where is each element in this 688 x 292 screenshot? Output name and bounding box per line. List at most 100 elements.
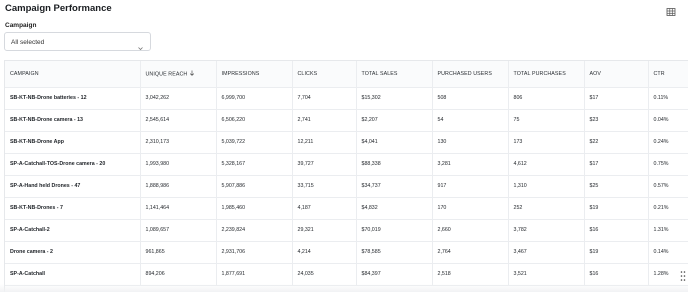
- cell-impressions: 2,239,824: [216, 219, 293, 242]
- campaign-table: CAMPAIGN UNIQUE REACH IMPRESSIONS CLICKS…: [5, 61, 688, 286]
- cell-unique-reach: 1,089,657: [140, 219, 217, 242]
- table-layout-icon[interactable]: [666, 4, 676, 16]
- col-header-total-purchases[interactable]: TOTAL PURCHASES: [508, 61, 585, 88]
- chevron-down-icon: [137, 39, 144, 51]
- cell-purchased-users: 2,660: [432, 219, 509, 242]
- cell-total-sales: $88,338: [356, 153, 433, 176]
- col-header-impressions[interactable]: IMPRESSIONS: [216, 61, 293, 88]
- cell-clicks: 39,727: [292, 153, 357, 176]
- col-header-ctr[interactable]: CTR: [648, 61, 688, 88]
- col-header-campaign[interactable]: CAMPAIGN: [5, 61, 141, 88]
- bottom-fade: [0, 284, 688, 292]
- sort-descending-icon[interactable]: [189, 70, 195, 78]
- cell-impressions: 2,931,706: [216, 241, 293, 264]
- cell-ctr: 1.31%: [648, 219, 688, 242]
- cell-unique-reach: 2,545,614: [140, 109, 217, 132]
- cell-ctr: 0.75%: [648, 153, 688, 176]
- table-row[interactable]: SB-KT-NB-Drone camera - 13 2,545,614 6,506…: [5, 109, 688, 132]
- cell-total-purchases: 4,612: [508, 153, 585, 176]
- cell-purchased-users: 2,518: [432, 263, 509, 286]
- cell-impressions: 5,907,886: [216, 175, 293, 198]
- cell-campaign: SP-A-Catchall: [5, 263, 141, 286]
- cell-aov: $19: [584, 241, 649, 264]
- cell-clicks: 7,704: [292, 87, 357, 110]
- cell-unique-reach: 1,888,986: [140, 175, 217, 198]
- cell-aov: $17: [584, 153, 649, 176]
- cell-ctr: 0.24%: [648, 131, 688, 154]
- table-row[interactable]: SB-KT-NB-Drone batteries - 12 3,042,262 6,…: [5, 87, 688, 110]
- cell-campaign: SB-KT-NB-Drone camera - 13: [5, 109, 141, 132]
- campaign-filter-dropdown[interactable]: All selected: [4, 32, 151, 51]
- cell-purchased-users: 2,764: [432, 241, 509, 264]
- table-row[interactable]: SP-A-Catchall-TOS-Drone camera - 20 1,993…: [5, 153, 688, 176]
- cell-total-sales: $4,041: [356, 131, 433, 154]
- cell-clicks: 33,715: [292, 175, 357, 198]
- cell-aov: $25: [584, 175, 649, 198]
- table-row[interactable]: Drone camera - 2 961,865 2,931,706 4,214 $78…: [5, 241, 688, 264]
- cell-clicks: 12,211: [292, 131, 357, 154]
- table-row[interactable]: SB-KT-NB-Drone App 2,310,173 5,039,722 12,2…: [5, 131, 688, 154]
- table-row[interactable]: SP-A-Catchall 894,206 1,877,691 24,035 $84,3…: [5, 263, 688, 286]
- cell-unique-reach: 1,993,980: [140, 153, 217, 176]
- cell-purchased-users: 917: [432, 175, 509, 198]
- cell-aov: $23: [584, 109, 649, 132]
- col-header-unique-reach[interactable]: UNIQUE REACH: [140, 61, 217, 88]
- col-header-purchased-users[interactable]: PURCHASED USERS: [432, 61, 509, 88]
- cell-total-sales: $84,397: [356, 263, 433, 286]
- cell-purchased-users: 54: [432, 109, 509, 132]
- cell-purchased-users: 130: [432, 131, 509, 154]
- cell-impressions: 6,999,700: [216, 87, 293, 110]
- cell-clicks: 4,187: [292, 197, 357, 220]
- cell-ctr: 0.21%: [648, 197, 688, 220]
- cell-clicks: 2,741: [292, 109, 357, 132]
- cell-campaign: SB-KT-NB-Drones - 7: [5, 197, 141, 220]
- cell-campaign: SP-A-Catchall-2: [5, 219, 141, 242]
- cell-campaign: SB-KT-NB-Drone batteries - 12: [5, 87, 141, 110]
- cell-impressions: 1,985,460: [216, 197, 293, 220]
- table-row[interactable]: SP-A-Hand held Drones - 47 1,888,986 5,907…: [5, 175, 688, 198]
- cell-clicks: 29,321: [292, 219, 357, 242]
- cell-total-purchases: 806: [508, 87, 585, 110]
- cell-unique-reach: 1,141,464: [140, 197, 217, 220]
- table-row[interactable]: SB-KT-NB-Drones - 7 1,141,464 1,985,460 4,1…: [5, 197, 688, 220]
- cell-campaign: SP-A-Catchall-TOS-Drone camera - 20: [5, 153, 141, 176]
- table-row[interactable]: SP-A-Catchall-2 1,089,657 2,239,824 29,321 $…: [5, 219, 688, 242]
- cell-total-purchases: 1,310: [508, 175, 585, 198]
- cell-impressions: 5,328,167: [216, 153, 293, 176]
- drag-handle-icon[interactable]: [680, 269, 686, 281]
- cell-impressions: 6,506,220: [216, 109, 293, 132]
- col-header-total-sales[interactable]: TOTAL SALES: [356, 61, 433, 88]
- cell-total-sales: $34,737: [356, 175, 433, 198]
- cell-unique-reach: 961,865: [140, 241, 217, 264]
- cell-campaign: SP-A-Hand held Drones - 47: [5, 175, 141, 198]
- page-title: Campaign Performance: [5, 3, 112, 14]
- col-header-aov[interactable]: AOV: [584, 61, 649, 88]
- cell-campaign: SB-KT-NB-Drone App: [5, 131, 141, 154]
- campaign-filter-label: Campaign: [5, 22, 37, 29]
- cell-total-purchases: 252: [508, 197, 585, 220]
- cell-total-sales: $78,585: [356, 241, 433, 264]
- cell-purchased-users: 170: [432, 197, 509, 220]
- cell-aov: $16: [584, 219, 649, 242]
- campaign-table-container[interactable]: CAMPAIGN UNIQUE REACH IMPRESSIONS CLICKS…: [4, 60, 688, 292]
- cell-total-sales: $4,832: [356, 197, 433, 220]
- cell-aov: $22: [584, 131, 649, 154]
- cell-purchased-users: 3,281: [432, 153, 509, 176]
- campaign-performance-page: Campaign Performance Campaign All select…: [0, 0, 688, 292]
- cell-total-sales: $2,207: [356, 109, 433, 132]
- cell-unique-reach: 894,206: [140, 263, 217, 286]
- cell-total-purchases: 3,467: [508, 241, 585, 264]
- cell-impressions: 5,039,722: [216, 131, 293, 154]
- cell-total-purchases: 3,521: [508, 263, 585, 286]
- cell-impressions: 1,877,691: [216, 263, 293, 286]
- cell-clicks: 4,214: [292, 241, 357, 264]
- col-header-clicks[interactable]: CLICKS: [292, 61, 357, 88]
- cell-purchased-users: 508: [432, 87, 509, 110]
- cell-total-purchases: 173: [508, 131, 585, 154]
- cell-total-purchases: 75: [508, 109, 585, 132]
- cell-ctr: 0.57%: [648, 175, 688, 198]
- cell-ctr: 0.11%: [648, 87, 688, 110]
- cell-campaign: Drone camera - 2: [5, 241, 141, 264]
- cell-aov: $16: [584, 263, 649, 286]
- cell-total-purchases: 3,782: [508, 219, 585, 242]
